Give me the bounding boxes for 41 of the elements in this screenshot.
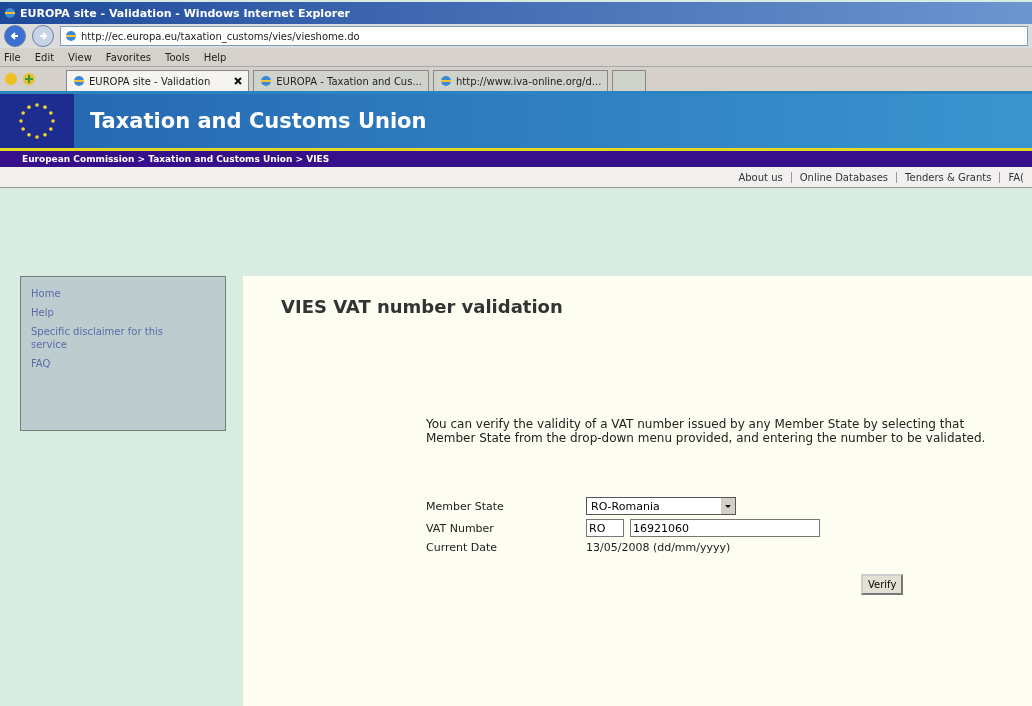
menu-item[interactable]: File	[4, 51, 21, 63]
breadcrumb: European Commission > Taxation and Customs Union > VIES	[0, 151, 1032, 167]
eu-flag-icon	[0, 94, 74, 148]
ie-icon	[73, 75, 85, 87]
field-label: Member State	[426, 499, 505, 513]
browser-tab[interactable]: EUROPA site - Validation	[66, 70, 250, 91]
forward-button[interactable]	[32, 25, 54, 47]
window-title: EUROPA site - Validation - Windows Internet Explorer	[20, 6, 350, 20]
menu-item[interactable]: Tools	[165, 51, 190, 63]
back-arrow-icon	[10, 31, 20, 41]
forward-arrow-icon	[38, 31, 48, 41]
field-label: VAT Number	[426, 521, 495, 535]
field-label: Current Date	[426, 541, 499, 554]
top-link[interactable]: Online Databases	[790, 171, 897, 183]
menu-item[interactable]: Edit	[34, 51, 55, 63]
address-field[interactable]: http://ec.europa.eu/taxation_customs/vies/vieshome.do	[60, 26, 1028, 46]
back-button[interactable]	[4, 25, 26, 47]
ie-icon	[65, 30, 77, 42]
vat-number-field[interactable]: 16921060	[630, 519, 820, 537]
verify-button[interactable]: Verify	[861, 574, 904, 595]
intro-text: You can verify the validity of a VAT number issued by any Member State by selecting that Member State from the drop-down menu provided, and entering the number to be validated.	[426, 417, 987, 445]
ie-icon	[260, 75, 273, 87]
caret-icon	[721, 498, 735, 514]
menu-item[interactable]: View	[68, 51, 92, 63]
browser-tab[interactable]: http://www.iva-online.org/d...	[432, 70, 609, 91]
top-link[interactable]: Tenders & Grants	[896, 171, 1000, 183]
top-link[interactable]: About us	[730, 171, 791, 183]
member-state-select[interactable]: RO-Romania	[586, 497, 736, 515]
browser-tab[interactable]: EUROPA - Taxation and Cus...	[253, 70, 429, 91]
country-code-field[interactable]: RO	[586, 519, 624, 537]
site-title: Taxation and Customs Union	[90, 109, 427, 133]
top-link[interactable]: FA(	[999, 171, 1032, 183]
ie-icon	[4, 7, 16, 19]
ie-icon	[439, 75, 452, 87]
add-favorite-icon[interactable]	[22, 72, 36, 86]
page-heading: VIES VAT number validation	[281, 296, 564, 317]
menu-item[interactable]: Favorites	[105, 51, 151, 63]
menu-item[interactable]: Help	[203, 51, 227, 63]
close-icon[interactable]	[234, 77, 243, 85]
new-tab[interactable]	[612, 70, 647, 91]
current-date: 13/05/2008 (dd/mm/yyyy)	[586, 541, 732, 554]
